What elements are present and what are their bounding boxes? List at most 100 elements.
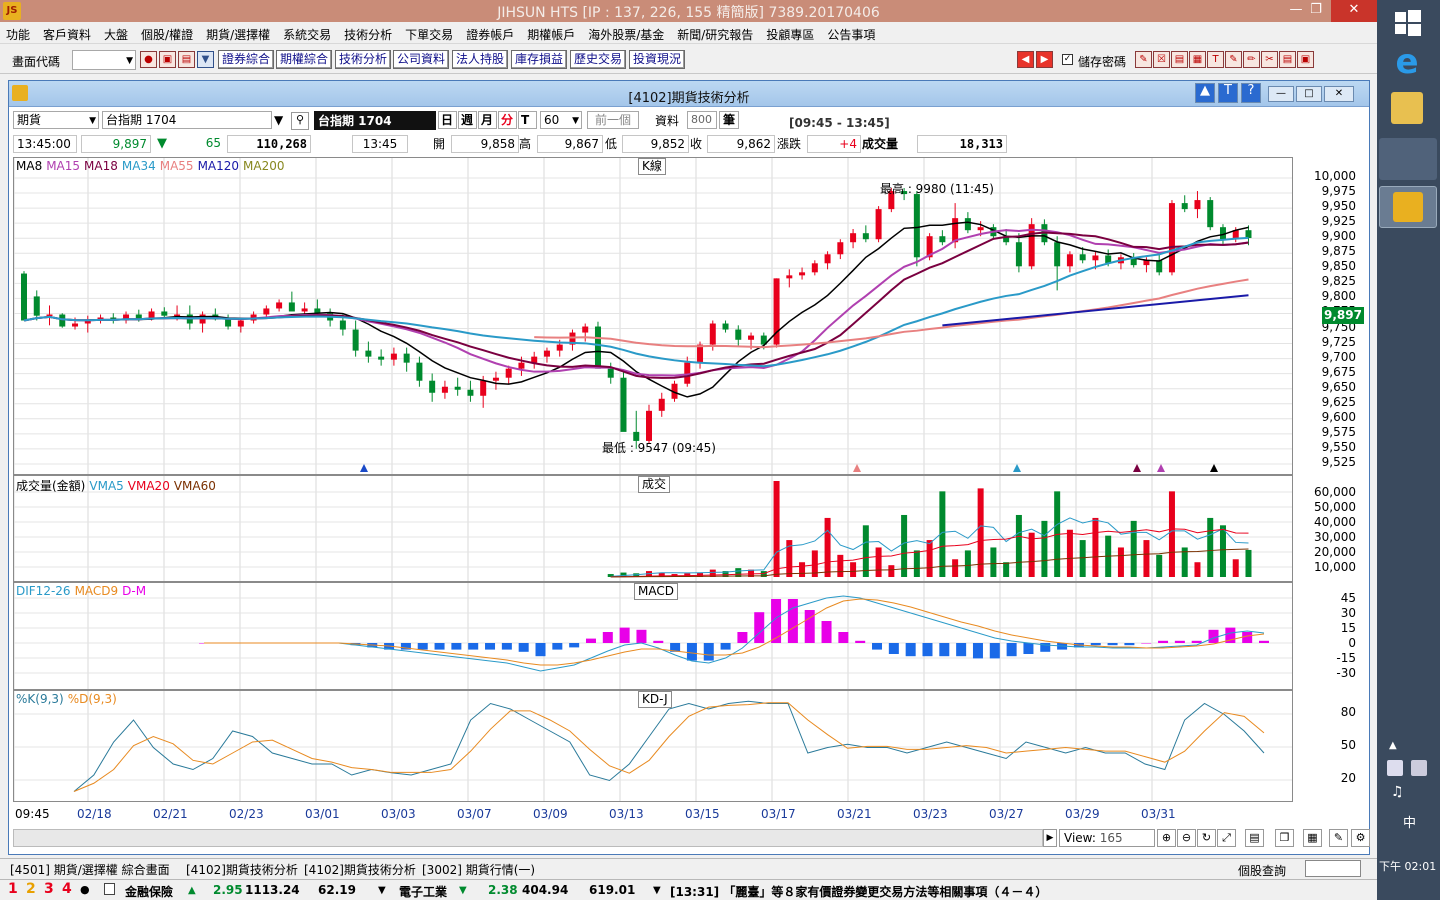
- window-tab[interactable]: [4102]期貨技術分析: [304, 861, 416, 878]
- save-password-checkbox[interactable]: ✓: [1062, 54, 1073, 65]
- quick-button[interactable]: 庫存損益: [511, 50, 568, 69]
- layout-icon[interactable]: ▦: [1303, 829, 1322, 847]
- window-tab[interactable]: [3002] 期貨行情(一): [422, 861, 535, 878]
- lock-icon[interactable]: ●: [80, 883, 90, 896]
- interval-select[interactable]: 60 ▼: [540, 111, 582, 129]
- menu-item[interactable]: 海外股票/基金: [582, 22, 671, 43]
- child-minimize-icon[interactable]: —: [1268, 86, 1294, 102]
- expand-icon[interactable]: ⤢: [1217, 829, 1236, 847]
- chart-area[interactable]: MA8 MA15 MA18 MA34 MA55 MA120 MA200 K線 最高 : 99…: [9, 157, 1370, 855]
- menu-item[interactable]: 期貨/選擇權: [200, 22, 277, 43]
- zoom-in-icon[interactable]: ⊕: [1157, 829, 1176, 847]
- period-button[interactable]: T: [518, 111, 537, 129]
- view-field[interactable]: View: 165: [1059, 829, 1155, 847]
- menu-item[interactable]: 個股/權證: [135, 22, 200, 43]
- doc-icon[interactable]: ▤: [1171, 51, 1188, 68]
- menu-item[interactable]: 證券帳戶: [460, 22, 521, 43]
- ticker-number[interactable]: 3: [44, 881, 54, 897]
- ime-indicator[interactable]: 中: [1403, 812, 1416, 831]
- prev-button[interactable]: 前一個: [587, 111, 639, 129]
- kd-panel[interactable]: %K(9,3) %D(9,3) KD-J: [13, 690, 1293, 802]
- ticker-number[interactable]: 2: [26, 881, 36, 897]
- help-icon[interactable]: ?: [1241, 83, 1261, 103]
- zoom-out-icon[interactable]: ⊖: [1177, 829, 1196, 847]
- printer-icon[interactable]: ▤: [1279, 51, 1296, 68]
- horizontal-scrollbar[interactable]: [13, 829, 1043, 847]
- quick-button[interactable]: 期權綜合: [276, 50, 333, 69]
- dropdown-icon[interactable]: ▼: [197, 51, 214, 68]
- chevron-down-icon[interactable]: ▼: [89, 113, 96, 129]
- kline-panel[interactable]: MA8 MA15 MA18 MA34 MA55 MA120 MA200 K線 最高 : 99…: [13, 157, 1293, 475]
- draw-icon[interactable]: ✎: [1329, 829, 1348, 847]
- symbol-dropdown-icon[interactable]: ▼: [274, 113, 283, 127]
- tray-network-icon[interactable]: [1411, 760, 1427, 776]
- tray-up-icon[interactable]: ▲: [1389, 740, 1397, 751]
- ticker-number[interactable]: 4: [62, 881, 72, 897]
- menu-item[interactable]: 下單交易: [399, 22, 460, 43]
- arrow-left-icon[interactable]: ◀: [1017, 51, 1034, 68]
- windows-start-icon[interactable]: [1389, 4, 1425, 40]
- refresh-icon[interactable]: ↻: [1197, 829, 1216, 847]
- window-icon[interactable]: ▣: [159, 51, 176, 68]
- ticker-checkbox[interactable]: [104, 883, 115, 895]
- code-input[interactable]: ▼: [72, 50, 136, 70]
- close-icon[interactable]: ✕: [1331, 0, 1377, 22]
- window-tab[interactable]: [4501] 期貨/選擇權 綜合畫面: [10, 861, 170, 878]
- edit-icon[interactable]: ✎: [1225, 51, 1242, 68]
- copy-icon[interactable]: ❐: [1275, 829, 1294, 847]
- symbol-select[interactable]: 台指期 1704: [102, 111, 272, 129]
- chart-icon[interactable]: ▦: [1189, 51, 1206, 68]
- menu-item[interactable]: 系統交易: [277, 22, 338, 43]
- paint-icon[interactable]: [1379, 138, 1437, 180]
- volume-icon[interactable]: ♫: [1391, 784, 1404, 800]
- child-restore-icon[interactable]: □: [1296, 86, 1322, 102]
- gear-icon[interactable]: ⚙: [1351, 829, 1370, 847]
- chevron-down-icon[interactable]: ▼: [653, 885, 661, 896]
- volume-panel[interactable]: 成交量(金額) VMA5 VMA20 VMA60 成交: [13, 475, 1293, 582]
- text-icon[interactable]: T: [1207, 51, 1224, 68]
- up-icon[interactable]: ▲: [1195, 83, 1215, 103]
- settings-list-icon[interactable]: ▤: [1245, 829, 1264, 847]
- menu-item[interactable]: 投顧專區: [760, 22, 821, 43]
- menu-item[interactable]: 新聞/研究報告: [671, 22, 760, 43]
- type-select[interactable]: 期貨 ▼: [13, 111, 99, 129]
- chevron-down-icon[interactable]: ▼: [126, 53, 133, 69]
- restore-icon[interactable]: ❐: [1301, 0, 1331, 22]
- ie-icon[interactable]: e: [1389, 44, 1425, 80]
- quick-button[interactable]: 技術分析: [335, 50, 392, 69]
- period-button[interactable]: 週: [458, 111, 477, 129]
- period-button[interactable]: 月: [478, 111, 497, 129]
- macd-panel[interactable]: DIF12-26 MACD9 D-M MACD: [13, 582, 1293, 690]
- menu-item[interactable]: 客戶資料: [37, 22, 98, 43]
- stock-query-input[interactable]: [1305, 860, 1361, 877]
- quick-button[interactable]: 投資現況: [629, 50, 686, 69]
- menu-item[interactable]: 期權帳戶: [521, 22, 582, 43]
- child-close-icon[interactable]: ✕: [1324, 86, 1354, 102]
- scroll-right-icon[interactable]: ▶: [1043, 829, 1057, 847]
- menu-item[interactable]: 大盤: [98, 22, 135, 43]
- text-tool-icon[interactable]: T: [1218, 83, 1238, 103]
- pen-icon[interactable]: ✎: [1135, 51, 1152, 68]
- exit-icon[interactable]: ▣: [1297, 51, 1314, 68]
- window-tab[interactable]: [4102]期貨技術分析: [186, 861, 298, 878]
- print-icon[interactable]: ▤: [178, 51, 195, 68]
- period-button[interactable]: 日: [438, 111, 457, 129]
- menu-item[interactable]: 技術分析: [338, 22, 399, 43]
- folder-icon[interactable]: [1391, 92, 1423, 124]
- scissors-icon[interactable]: ✂: [1261, 51, 1278, 68]
- quick-button[interactable]: 公司資料: [393, 50, 450, 69]
- period-button[interactable]: 分: [498, 111, 517, 129]
- ticker-number[interactable]: 1: [8, 881, 18, 897]
- search-icon[interactable]: ⚲: [291, 112, 309, 130]
- tray-flag-icon[interactable]: [1387, 760, 1403, 776]
- data-count-input[interactable]: 800: [687, 111, 717, 129]
- menu-item[interactable]: 公告事項: [821, 22, 882, 43]
- quick-button[interactable]: 歷史交易: [570, 50, 627, 69]
- jihsun-app-icon[interactable]: [1379, 186, 1437, 228]
- search-icon[interactable]: ●: [140, 51, 157, 68]
- tool-icon[interactable]: ☒: [1153, 51, 1170, 68]
- arrow-right-icon[interactable]: ▶: [1036, 51, 1053, 68]
- chevron-down-icon[interactable]: ▼: [378, 885, 386, 896]
- menu-item[interactable]: 功能: [0, 22, 37, 43]
- chevron-down-icon[interactable]: ▼: [572, 113, 579, 129]
